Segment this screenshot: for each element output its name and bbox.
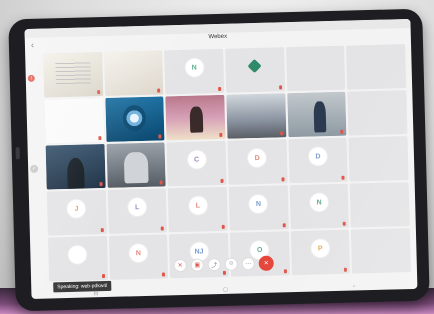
participant-avatar: D (248, 149, 267, 168)
share-icon[interactable]: ⤴ (207, 257, 221, 271)
participant-tile[interactable]: C (166, 140, 227, 187)
mic-muted-icon (342, 221, 347, 226)
participant-tile[interactable] (44, 98, 105, 144)
notification-badge-icon[interactable]: ! (27, 74, 35, 82)
participant-tile[interactable]: N (228, 185, 289, 231)
participant-tile[interactable] (348, 136, 409, 182)
participant-video (165, 94, 226, 141)
participant-tile[interactable]: L (107, 188, 168, 234)
participant-video (286, 91, 347, 138)
participant-video (104, 96, 165, 142)
participant-tile[interactable] (106, 142, 167, 188)
participant-tile[interactable] (45, 143, 106, 190)
participant-video (103, 50, 164, 96)
participant-tile[interactable]: N (289, 183, 350, 230)
mic-muted-icon (100, 228, 104, 233)
mic-muted-icon (158, 134, 162, 139)
participant-avatar: N (185, 58, 204, 78)
participant-video (106, 142, 167, 188)
participant-avatar: N (309, 193, 329, 213)
participant-grid: N C D D J L L N N N NJ O P (43, 44, 411, 282)
participant-tile[interactable] (346, 44, 407, 90)
participant-tile[interactable] (225, 47, 285, 93)
mic-muted-icon (97, 136, 102, 141)
participants-icon[interactable]: ☺ (224, 257, 238, 271)
mic-muted-icon (96, 90, 100, 95)
participant-tile[interactable]: L (168, 186, 228, 233)
participant-tile[interactable] (349, 182, 410, 228)
participant-tile[interactable] (103, 50, 164, 96)
nav-recents-icon[interactable]: ||| (94, 290, 98, 296)
participant-tile[interactable] (165, 94, 226, 141)
mic-off-icon[interactable]: ✕ (173, 258, 187, 272)
participant-tile[interactable] (285, 45, 346, 92)
participant-video (226, 93, 287, 139)
participant-avatar: N (249, 195, 268, 214)
mic-muted-icon (282, 223, 286, 228)
mic-muted-icon (219, 132, 223, 137)
participant-avatar: D (308, 147, 328, 167)
participant-tile[interactable]: D (227, 139, 288, 185)
participant-avatar: C (187, 150, 206, 170)
participant-avatar: J (67, 199, 86, 219)
mic-muted-icon (218, 86, 222, 91)
participant-tile[interactable] (226, 93, 287, 139)
mic-muted-icon (281, 177, 285, 182)
nav-home-icon[interactable]: ▢ (223, 287, 228, 293)
video-off-icon[interactable]: ▣ (190, 257, 204, 272)
more-icon[interactable]: ⋯ (241, 256, 255, 270)
participant-avatar: L (127, 198, 147, 217)
nav-back-icon[interactable]: ‹ (353, 283, 355, 289)
tablet-device: ‹ Webex ! ✓ N C D D J L L N N N NJ O P ✕ ▣ ⤴ ☺ ⋯ ✕ S… (8, 8, 430, 312)
mic-muted-icon (159, 180, 163, 185)
participant-tile[interactable]: D (288, 137, 348, 184)
check-icon[interactable]: ✓ (30, 164, 39, 173)
mic-muted-icon (279, 131, 284, 136)
participant-video (43, 52, 103, 98)
participant-tile[interactable]: J (46, 189, 107, 236)
tablet-screen: ‹ Webex ! ✓ N C D D J L L N N N NJ O P ✕ ▣ ⤴ ☺ ⋯ ✕ S… (24, 18, 418, 299)
mic-muted-icon (220, 178, 224, 183)
tablet-camera (15, 147, 20, 160)
end-call-icon[interactable]: ✕ (258, 255, 274, 271)
participant-video (45, 143, 106, 190)
mic-muted-icon (161, 226, 165, 231)
mic-muted-icon (157, 88, 161, 93)
participant-tile[interactable] (286, 91, 347, 138)
mic-muted-icon (340, 129, 344, 134)
participant-tile[interactable] (104, 96, 165, 142)
mic-muted-icon (99, 182, 103, 187)
mic-muted-icon (221, 224, 225, 229)
participant-video (44, 98, 105, 144)
participant-tile[interactable] (43, 52, 103, 98)
participant-tile[interactable]: N (164, 48, 225, 95)
mic-muted-icon (341, 175, 345, 180)
participant-avatar: L (188, 196, 208, 216)
participant-tile[interactable] (347, 90, 408, 136)
mic-muted-icon (278, 85, 282, 90)
